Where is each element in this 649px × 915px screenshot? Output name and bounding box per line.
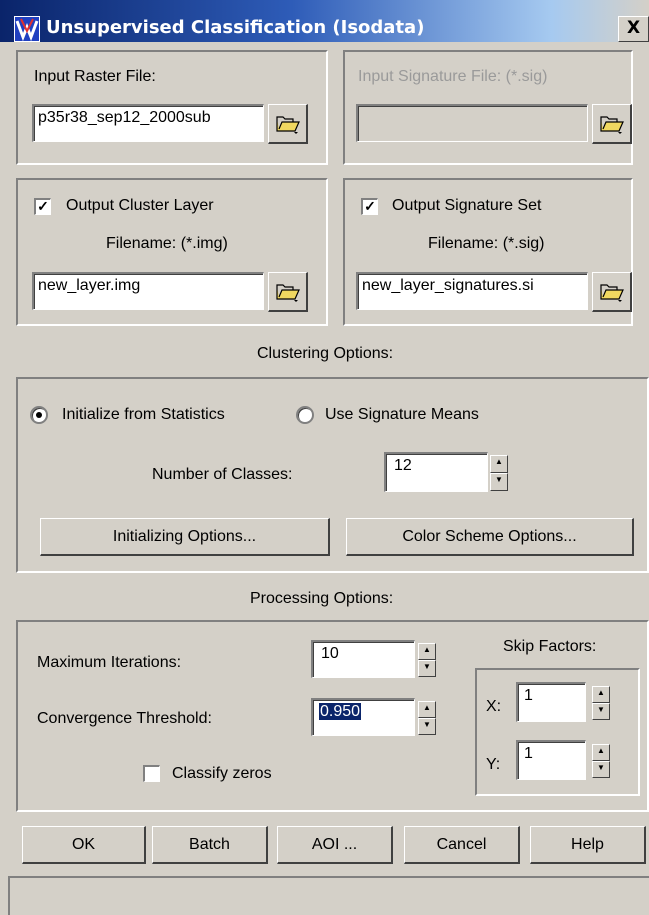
folder-open-icon: [275, 283, 300, 302]
maximum-iterations-label: Maximum Iterations:: [37, 654, 182, 671]
spin-up-icon[interactable]: ▲: [418, 701, 436, 718]
output-signature-checkbox[interactable]: ✓: [361, 198, 378, 215]
app-logo-icon: [14, 16, 40, 42]
number-of-classes-spinner[interactable]: ▲ ▼: [490, 455, 508, 491]
close-button[interactable]: X: [618, 16, 649, 42]
skip-y-input[interactable]: 1: [516, 740, 586, 780]
title-bar[interactable]: Unsupervised Classification (Isodata) X: [0, 0, 649, 42]
spin-down-icon[interactable]: ▼: [592, 761, 610, 778]
status-bar: [8, 876, 649, 915]
spin-up-icon[interactable]: ▲: [592, 686, 610, 703]
spin-down-icon[interactable]: ▼: [592, 703, 610, 720]
color-scheme-options-button[interactable]: Color Scheme Options...: [346, 518, 634, 556]
convergence-threshold-label: Convergence Threshold:: [37, 710, 212, 727]
spin-down-icon[interactable]: ▼: [418, 718, 436, 735]
initializing-options-button[interactable]: Initializing Options...: [40, 518, 330, 556]
processing-options-header: Processing Options:: [250, 590, 394, 607]
spin-down-icon[interactable]: ▼: [418, 660, 436, 677]
output-signature-browse-button[interactable]: [592, 272, 632, 312]
output-signature-field[interactable]: new_layer_signatures.si: [356, 272, 588, 310]
number-of-classes-input[interactable]: 12: [384, 452, 488, 492]
classify-zeros-checkbox[interactable]: [143, 765, 160, 782]
output-cluster-filename-label: Filename: (*.img): [106, 235, 228, 252]
maximum-iterations-input[interactable]: 10: [311, 640, 415, 678]
skip-x-spinner[interactable]: ▲ ▼: [592, 686, 610, 720]
output-cluster-checkbox[interactable]: ✓: [34, 198, 51, 215]
radio-use-signature-means-label: Use Signature Means: [325, 406, 479, 423]
convergence-threshold-spinner[interactable]: ▲ ▼: [418, 701, 436, 735]
ok-button[interactable]: OK: [22, 826, 146, 864]
cancel-button[interactable]: Cancel: [404, 826, 520, 864]
window-title: Unsupervised Classification (Isodata): [46, 17, 425, 38]
radio-initialize-from-statistics-label: Initialize from Statistics: [62, 406, 225, 423]
output-cluster-field[interactable]: new_layer.img: [32, 272, 264, 310]
folder-open-icon: [275, 115, 300, 134]
skip-x-label: X:: [486, 698, 502, 715]
batch-button[interactable]: Batch: [152, 826, 268, 864]
aoi-button[interactable]: AOI ...: [277, 826, 393, 864]
output-cluster-label: Output Cluster Layer: [66, 197, 214, 214]
spin-down-icon[interactable]: ▼: [490, 473, 508, 491]
radio-selected-dot: [36, 412, 42, 418]
input-signature-label: Input Signature File: (*.sig): [358, 68, 548, 85]
output-signature-label: Output Signature Set: [392, 197, 542, 214]
folder-open-icon: [599, 115, 624, 134]
clustering-options-header: Clustering Options:: [257, 345, 394, 362]
number-of-classes-label: Number of Classes:: [152, 466, 293, 483]
maximum-iterations-spinner[interactable]: ▲ ▼: [418, 643, 436, 677]
spin-up-icon[interactable]: ▲: [490, 455, 508, 473]
input-signature-browse-button[interactable]: [592, 104, 632, 144]
classify-zeros-label: Classify zeros: [172, 765, 272, 782]
input-raster-field[interactable]: p35r38_sep12_2000sub: [32, 104, 264, 142]
input-raster-label: Input Raster File:: [34, 68, 156, 85]
convergence-threshold-input[interactable]: 0.950: [311, 698, 415, 736]
output-cluster-browse-button[interactable]: [268, 272, 308, 312]
radio-use-signature-means[interactable]: [296, 406, 314, 424]
spin-up-icon[interactable]: ▲: [592, 744, 610, 761]
skip-y-label: Y:: [486, 756, 501, 773]
spin-up-icon[interactable]: ▲: [418, 643, 436, 660]
convergence-threshold-selected-text: 0.950: [319, 703, 362, 720]
skip-factors-label: Skip Factors:: [503, 638, 597, 655]
input-raster-browse-button[interactable]: [268, 104, 308, 144]
help-button[interactable]: Help: [530, 826, 646, 864]
dialog-window: Unsupervised Classification (Isodata) X …: [0, 0, 649, 915]
skip-x-input[interactable]: 1: [516, 682, 586, 722]
input-signature-field: [356, 104, 588, 142]
folder-open-icon: [599, 283, 624, 302]
skip-y-spinner[interactable]: ▲ ▼: [592, 744, 610, 778]
radio-initialize-from-statistics[interactable]: [30, 406, 48, 424]
output-signature-filename-label: Filename: (*.sig): [428, 235, 545, 252]
